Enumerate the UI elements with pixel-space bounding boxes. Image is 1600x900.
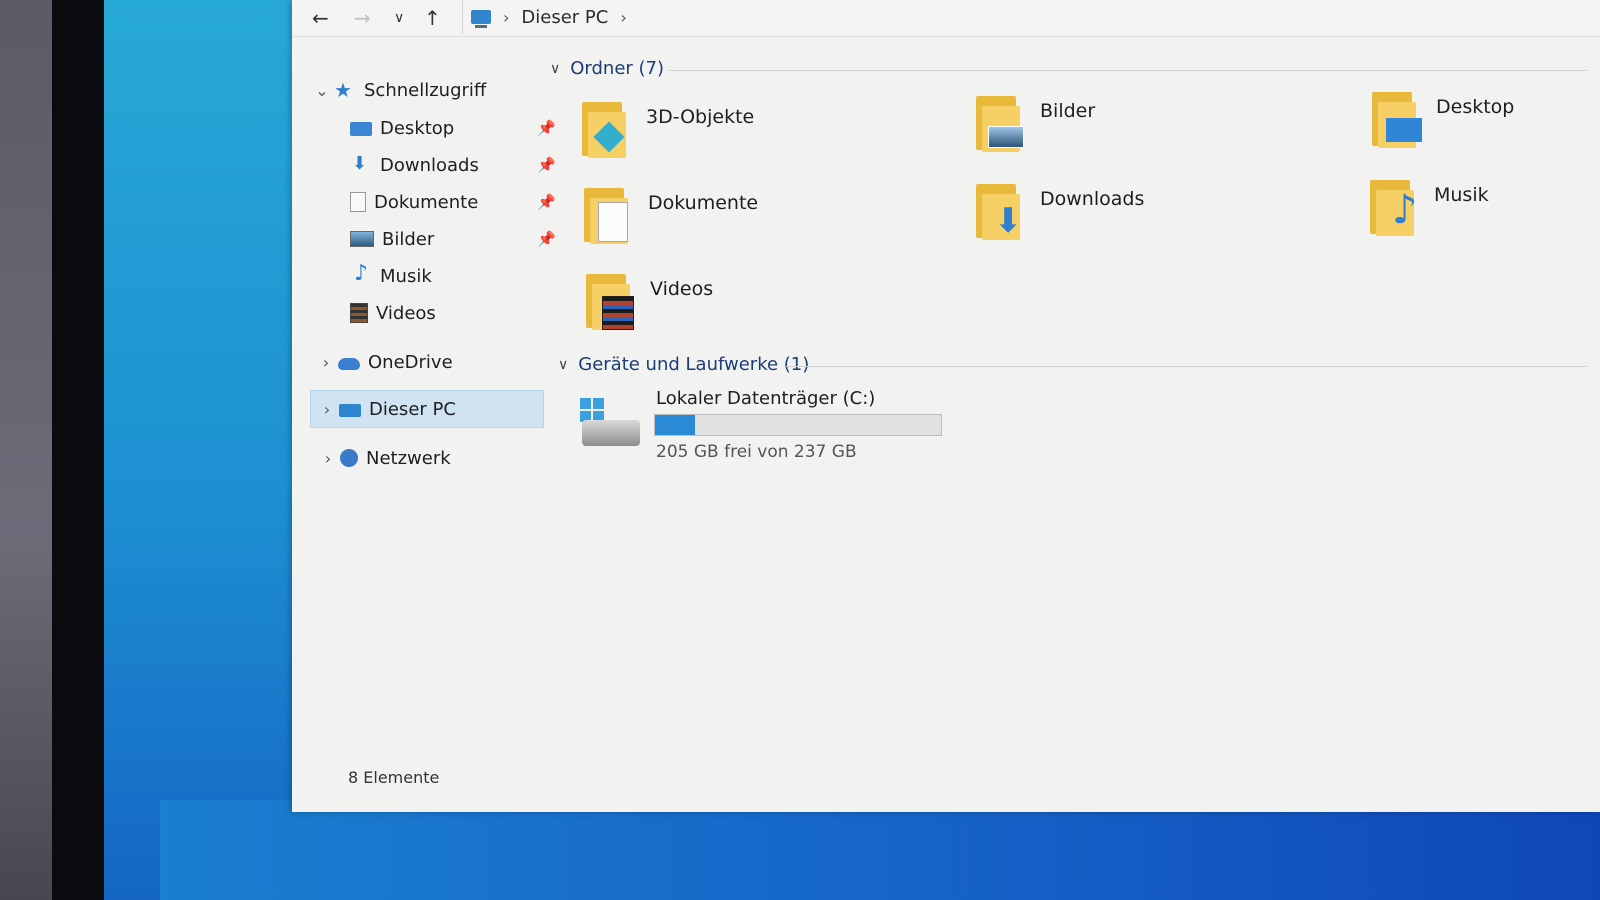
status-bar-count: 8 Elemente [348,768,440,787]
folder-item-downloads[interactable]: ⬇ Downloads [972,180,1332,256]
folder-pictures-icon [972,92,1028,154]
folders-group-header[interactable]: ∨ Ordner (7) [550,58,664,79]
folder-name: Videos [650,278,714,300]
sidebar-item-label: OneDrive [368,351,453,373]
sidebar-item-label: Downloads [380,154,479,176]
folder-item-3d-objekte[interactable]: 3D-Objekte [578,98,938,174]
group-title: Ordner (7) [570,58,665,79]
sidebar-item-netzwerk[interactable]: › Netzwerk [310,440,556,476]
chevron-down-icon[interactable]: ∨ [550,61,560,77]
sidebar-item-desktop[interactable]: Desktop 📌 [310,110,566,146]
folder-name: Downloads [1040,188,1145,210]
drives-group-header[interactable]: ∨ Geräte und Laufwerke (1) [558,354,809,375]
folder-downloads-icon: ⬇ [972,180,1028,242]
folder-music-icon: ♪ [1366,176,1422,238]
forward-arrow-icon[interactable]: → [354,4,371,32]
folder-item-videos[interactable]: Videos [582,270,942,346]
drive-item-c[interactable]: Lokaler Datenträger (C:) 205 GB frei von… [578,388,978,468]
folder-item-musik[interactable]: ♪ Musik [1366,176,1586,252]
chevron-right-icon[interactable]: › [316,449,340,468]
breadcrumb-item[interactable]: Dieser PC [521,7,608,28]
folder-name: Dokumente [648,192,759,214]
file-explorer-window: ← → ∨ ↑ › Dieser PC › ⌄ Schnellzugriff D… [292,0,1600,812]
chevron-down-icon[interactable]: ⌄ [310,81,334,100]
chevron-right-icon[interactable]: › [314,353,338,372]
music-icon [350,261,372,286]
sidebar-item-label: Dieser PC [369,398,456,420]
folder-item-bilder[interactable]: Bilder [972,92,1332,168]
chevron-right-icon[interactable]: › [315,400,339,419]
computer-icon [471,10,491,28]
video-icon [350,303,368,323]
breadcrumb-separator-icon[interactable]: › [503,8,509,27]
sidebar-item-downloads[interactable]: Downloads 📌 [310,147,566,183]
folder-name: 3D-Objekte [646,106,755,128]
sidebar-item-label: Videos [376,302,436,324]
navigation-toolbar: ← → ∨ ↑ › Dieser PC › [292,0,1600,37]
sidebar-item-schnellzugriff[interactable]: ⌄ Schnellzugriff [310,72,550,108]
sidebar-item-label: Musik [380,265,432,287]
picture-icon [350,231,374,247]
sidebar-item-label: Dokumente [374,191,479,213]
sidebar-item-dokumente[interactable]: Dokumente 📌 [310,184,566,220]
desktop-background-lower [160,800,1600,900]
sidebar-item-label: Schnellzugriff [364,79,487,101]
star-icon [334,78,356,102]
background-wall [0,0,52,900]
drive-usage-bar [654,414,942,436]
up-arrow-icon[interactable]: ↑ [424,4,441,32]
network-icon [340,449,358,467]
hard-drive-icon [578,398,642,454]
sidebar-item-videos[interactable]: Videos [310,295,566,331]
sidebar-item-dieser-pc[interactable]: › Dieser PC [310,390,544,428]
group-divider [668,70,1588,71]
folder-documents-icon [580,184,636,246]
folder-item-dokumente[interactable]: Dokumente [580,184,940,260]
group-divider [786,366,1588,367]
back-arrow-icon[interactable]: ← [312,4,329,32]
desktop-icon [350,122,372,136]
sidebar-item-label: Netzwerk [366,447,451,469]
folder-name: Bilder [1040,100,1096,122]
content-pane: ∨ Ordner (7) 3D-Objekte Bilder Desktop D… [542,48,1600,768]
sidebar-item-onedrive[interactable]: › OneDrive [310,344,554,380]
drive-name: Lokaler Datenträger (C:) [656,388,876,409]
drive-usage-fill [655,415,696,435]
sidebar-item-musik[interactable]: Musik [310,258,566,294]
breadcrumb-separator-icon[interactable]: › [620,8,626,27]
download-icon [350,153,372,174]
drive-free-space: 205 GB frei von 237 GB [656,442,857,462]
address-bar[interactable]: › Dieser PC › [462,0,1600,34]
group-title: Geräte und Laufwerke (1) [578,354,810,375]
computer-icon [339,403,361,417]
folder-3d-icon [578,98,634,160]
recent-locations-chevron-icon[interactable]: ∨ [394,4,404,32]
cloud-icon [338,357,360,370]
folder-item-desktop[interactable]: Desktop [1368,88,1588,164]
sidebar-item-bilder[interactable]: Bilder 📌 [310,221,566,257]
folder-videos-icon [582,270,638,332]
navigation-pane: ⌄ Schnellzugriff Desktop 📌 Downloads 📌 D… [310,60,556,480]
chevron-down-icon[interactable]: ∨ [558,357,568,373]
folder-name: Desktop [1436,96,1515,118]
folder-name: Musik [1434,184,1489,206]
folder-desktop-icon [1368,88,1424,150]
sidebar-item-label: Bilder [382,228,435,250]
sidebar-item-label: Desktop [380,117,455,139]
document-icon [350,192,366,212]
